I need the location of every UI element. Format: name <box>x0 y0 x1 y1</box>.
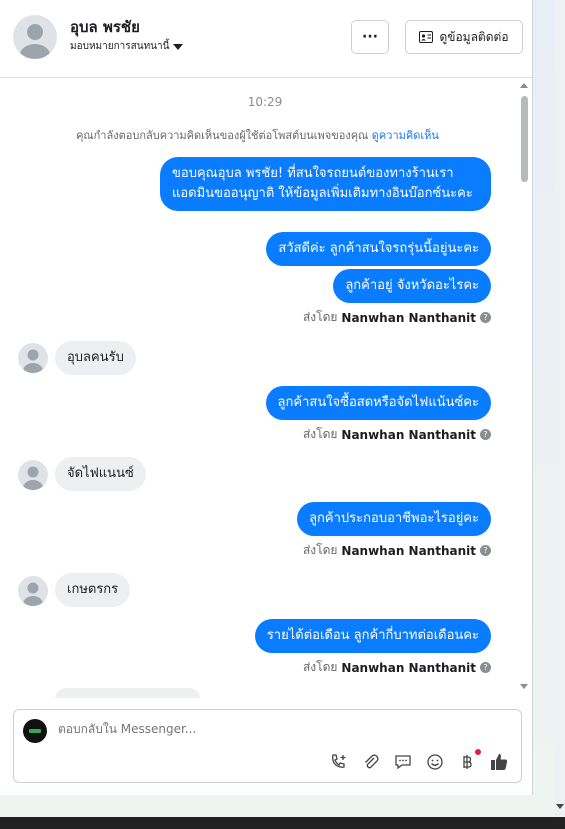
comment-reply-notice: คุณกำลังตอบกลับความคิดเห็นของผู้ใช้ต่อโพ… <box>0 126 515 144</box>
reply-input[interactable] <box>58 722 458 736</box>
paperclip-icon <box>365 754 379 769</box>
contact-avatar-small <box>18 576 48 606</box>
saved-replies-button[interactable] <box>393 752 413 772</box>
sender-name: Nanwhan Nanthanit <box>341 310 476 325</box>
more-options-label: ··· <box>362 29 378 45</box>
caret-down-icon <box>173 43 184 50</box>
phone-plus-icon <box>332 754 346 768</box>
sent-by-label: ส่งโดย Nanwhan Nanthanit ? <box>303 541 491 560</box>
outer-scroll-strip <box>555 0 565 817</box>
help-icon[interactable]: ? <box>480 662 491 673</box>
person-icon <box>20 24 50 59</box>
outer-scroll-down-icon[interactable] <box>555 803 565 811</box>
payment-button[interactable] <box>457 749 481 772</box>
smiley-icon <box>427 754 443 770</box>
call-add-button[interactable] <box>329 752 349 772</box>
view-comment-link[interactable]: ดูความคิดเห็น <box>372 129 439 142</box>
outgoing-message[interactable]: ลูกค้าสนใจซื้อสดหรือจัดไฟแน้นซ์คะ <box>265 386 491 420</box>
notification-dot-icon <box>475 749 481 755</box>
outgoing-message[interactable]: ลูกค้าประกอบอาชีพอะไรอยู่คะ <box>297 502 491 536</box>
conversation-header: อุบล พรชัย มอบหมายการสนทนานี้ ··· ดูข้อม… <box>0 0 532 78</box>
sender-name: Nanwhan Nanthanit <box>341 543 476 558</box>
scroll-up-icon[interactable] <box>518 80 530 90</box>
sender-name: Nanwhan Nanthanit <box>341 660 476 675</box>
sent-by-prefix: ส่งโดย <box>302 660 338 674</box>
sent-by-prefix: ส่งโดย <box>302 427 338 441</box>
scroll-down-icon[interactable] <box>518 682 530 692</box>
outgoing-message[interactable]: ขอบคุณอุบล พรชัย! ที่สนใจรถยนต์ของทางร้า… <box>160 157 491 211</box>
outgoing-message[interactable]: ลูกค้าอยู่ จังหวัดอะไรคะ <box>333 269 491 303</box>
scrollbar[interactable] <box>518 80 530 692</box>
reply-composer <box>13 709 522 783</box>
help-icon[interactable]: ? <box>480 312 491 323</box>
sent-by-label: ส่งโดย Nanwhan Nanthanit ? <box>303 308 491 327</box>
chat-bubble-icon <box>395 755 411 770</box>
sent-by-prefix: ส่งโดย <box>302 543 338 557</box>
person-icon <box>23 466 43 490</box>
timestamp: 10:29 <box>247 95 283 109</box>
incoming-message[interactable]: เกษตรกร <box>55 573 131 607</box>
conversation-panel: อุบล พรชัย มอบหมายการสนทนานี้ ··· ดูข้อม… <box>0 0 533 795</box>
contact-avatar-small <box>18 343 48 373</box>
view-contact-label: ดูข้อมูลติดต่อ <box>439 29 509 44</box>
view-contact-button[interactable]: ดูข้อมูลติดต่อ <box>405 20 523 54</box>
assign-label: มอบหมายการสนทนานี้ <box>70 41 170 52</box>
incoming-message-partial <box>55 688 200 698</box>
thumbs-up-icon <box>491 754 508 770</box>
contact-name: อุบล พรชัย <box>70 18 140 36</box>
incoming-message[interactable]: จัดไฟแนนซ์ <box>55 457 146 491</box>
help-icon[interactable]: ? <box>480 545 491 556</box>
emoji-button[interactable] <box>425 752 445 772</box>
scroll-thumb[interactable] <box>521 96 528 182</box>
contact-card-icon <box>419 31 434 43</box>
help-icon[interactable]: ? <box>480 429 491 440</box>
outgoing-message[interactable]: รายได้ต่อเดือน ลูกค้ากี่บาทต่อเดือนคะ <box>254 619 491 653</box>
sent-by-label: ส่งโดย Nanwhan Nanthanit ? <box>303 658 491 677</box>
more-options-button[interactable]: ··· <box>351 20 389 54</box>
outgoing-message[interactable]: สวัสดีค่ะ ลูกค้าสนใจรถรุ่นนี้อยู่นะคะ <box>266 232 491 266</box>
person-icon <box>23 349 43 373</box>
baht-icon <box>463 755 472 769</box>
sent-by-prefix: ส่งโดย <box>302 310 338 324</box>
notice-text: คุณกำลังตอบกลับความคิดเห็นของผู้ใช้ต่อโพ… <box>76 129 369 142</box>
incoming-message[interactable]: อุบลคนรับ <box>55 341 136 375</box>
person-icon <box>23 582 43 606</box>
composer-toolbar <box>329 749 509 772</box>
page-logo-icon <box>29 729 41 733</box>
assign-dropdown[interactable]: มอบหมายการสนทนานี้ <box>70 39 184 54</box>
contact-avatar[interactable] <box>13 15 57 59</box>
like-button[interactable] <box>489 752 509 772</box>
page-avatar <box>23 719 47 743</box>
attach-button[interactable] <box>361 752 381 772</box>
contact-avatar-small <box>18 460 48 490</box>
window-bottom-edge <box>0 817 565 829</box>
sender-name: Nanwhan Nanthanit <box>341 427 476 442</box>
sent-by-label: ส่งโดย Nanwhan Nanthanit ? <box>303 425 491 444</box>
message-thread: 10:29 คุณกำลังตอบกลับความคิดเห็นของผู้ใช… <box>0 78 533 698</box>
